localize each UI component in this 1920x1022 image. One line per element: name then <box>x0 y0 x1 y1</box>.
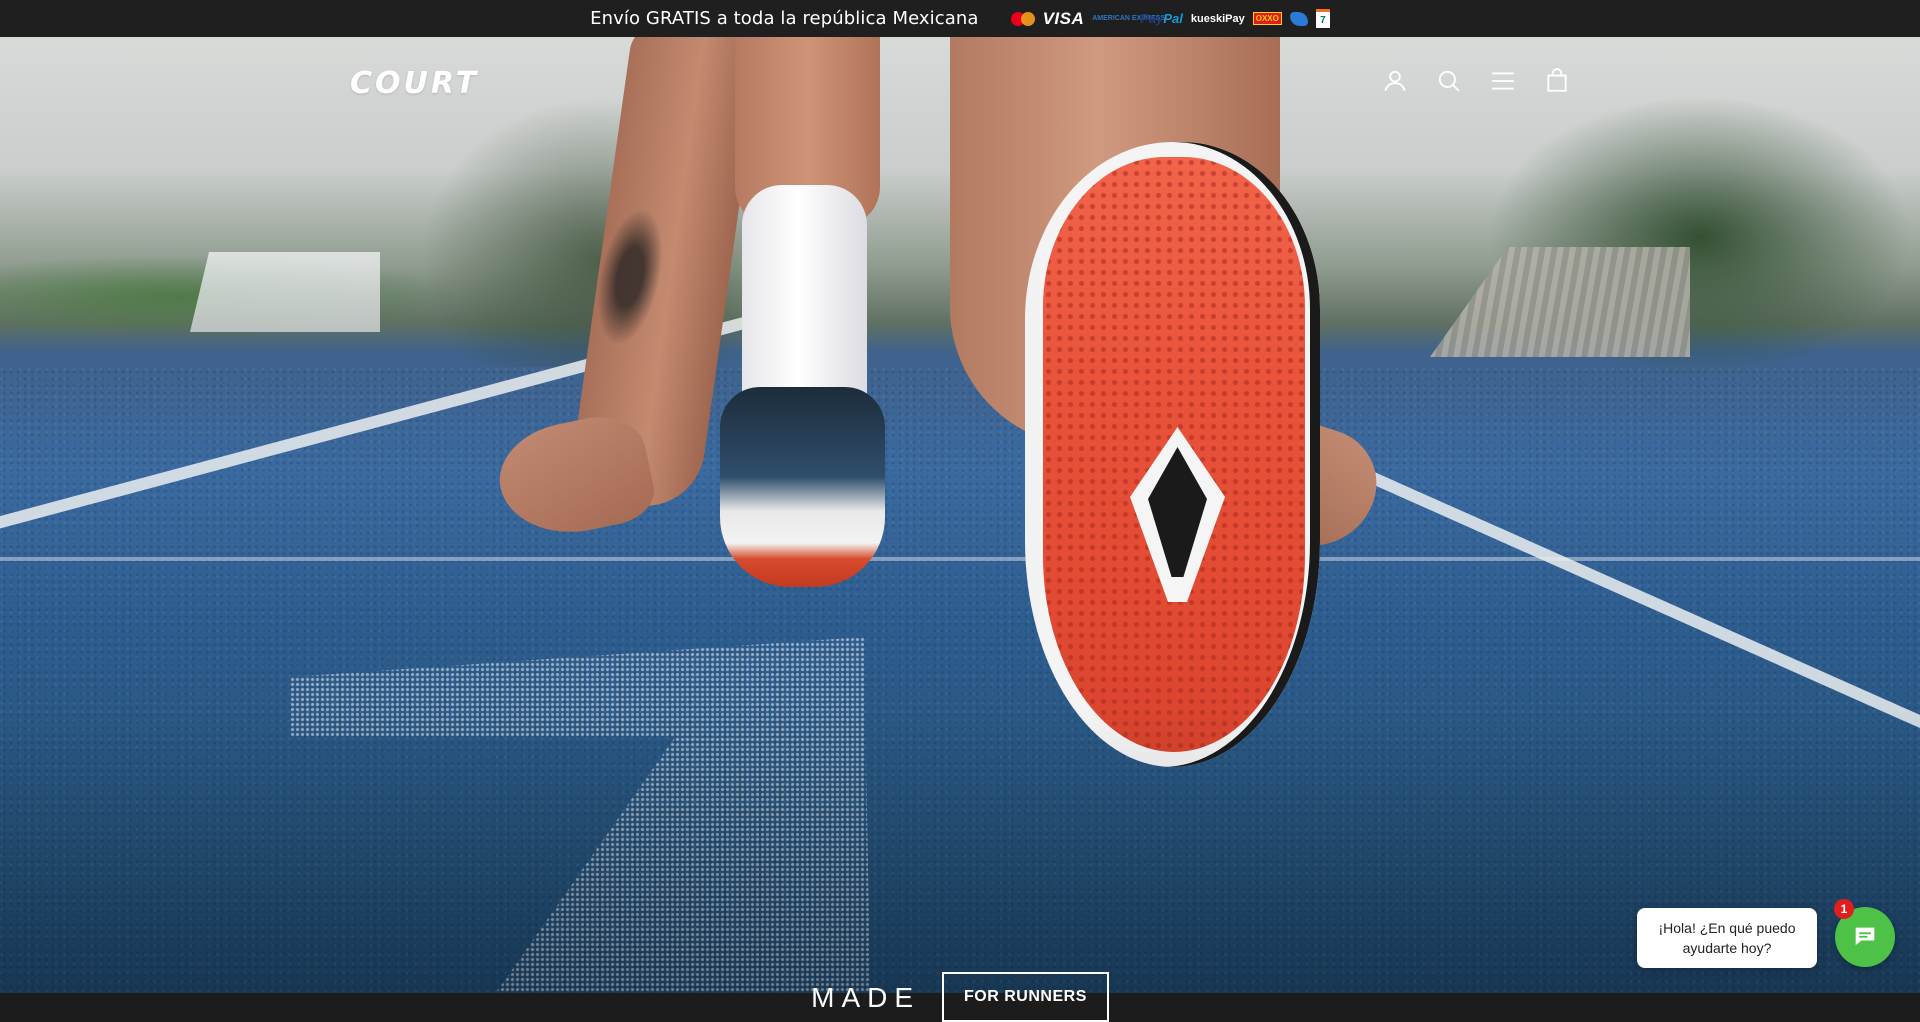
american-express-icon: AMERICAN EXPRESS <box>1092 15 1165 22</box>
hero-tagline-word: MADE <box>811 982 921 1013</box>
paypal-label-a: Pay <box>1140 11 1164 26</box>
account-icon[interactable] <box>1380 66 1410 96</box>
announcement-bar: Envío GRATIS a toda la república Mexican… <box>0 0 1920 37</box>
cart-icon[interactable] <box>1542 66 1572 96</box>
mastercard-icon <box>1010 11 1035 26</box>
for-runners-button[interactable]: FOR RUNNERS <box>942 972 1109 1022</box>
kueskipay-icon: kueskiPay <box>1190 12 1245 25</box>
oxxo-icon: OXXO <box>1252 12 1282 25</box>
menu-icon[interactable] <box>1488 66 1518 96</box>
store-card-icon <box>1289 11 1308 26</box>
paypal-label-b: Pal <box>1163 11 1183 26</box>
visa-icon: VISA <box>1042 8 1085 28</box>
chat-icon <box>1855 927 1875 946</box>
site-logo[interactable]: COURT <box>350 66 479 101</box>
header-icons <box>1380 66 1572 96</box>
paypal-icon: PayPal <box>1140 11 1183 26</box>
hero-tagline: MADE FOR RUNNERS <box>0 972 1920 1022</box>
chat-notification-badge: 1 <box>1834 899 1854 919</box>
hero-section <box>0 37 1920 993</box>
chat-greeting-text: ¡Hola! ¿En qué puedo ayudarte hoy? <box>1658 920 1796 956</box>
hero-overlay <box>0 37 1920 993</box>
chat-greeting-bubble[interactable]: ¡Hola! ¿En qué puedo ayudarte hoy? <box>1637 908 1817 968</box>
seven-eleven-icon: 7 <box>1315 9 1330 28</box>
free-shipping-text: Envío GRATIS a toda la república Mexican… <box>590 8 979 29</box>
payment-logos: VISA AMERICAN EXPRESS PayPal kueskiPay O… <box>1010 8 1330 29</box>
search-icon[interactable] <box>1434 66 1464 96</box>
